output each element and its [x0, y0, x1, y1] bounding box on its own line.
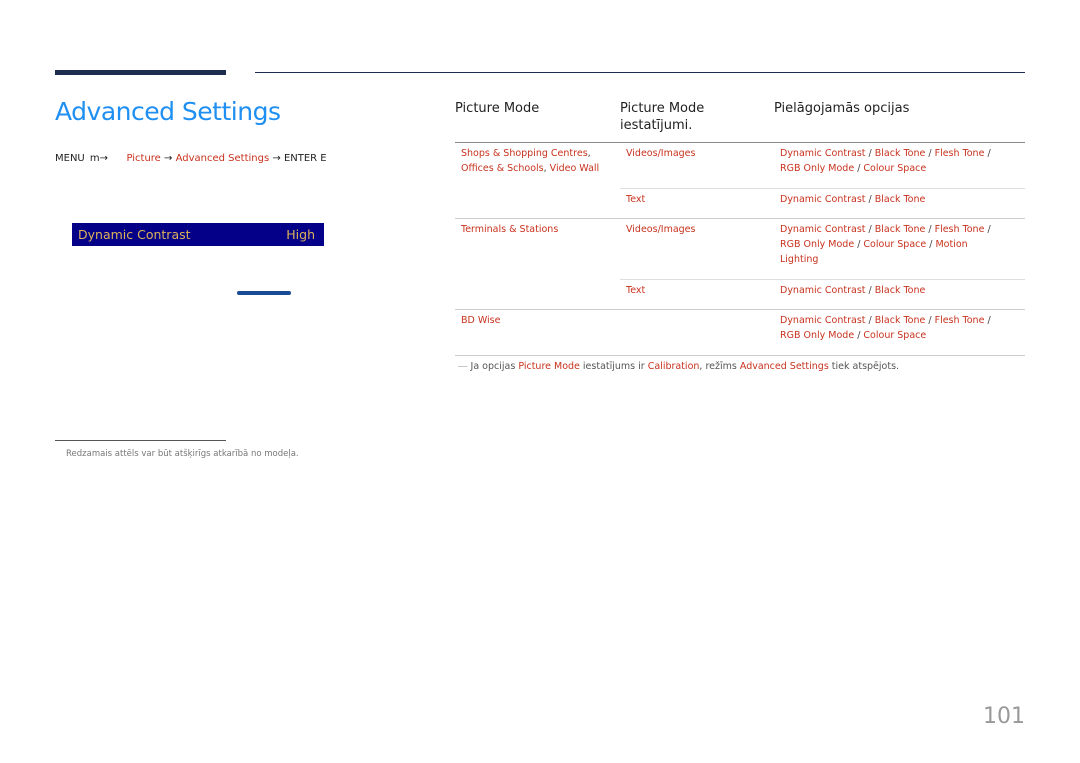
setting-cell: Text — [626, 285, 646, 296]
table-row-group: Terminals & Stations Videos/Images Dynamic… — [455, 219, 1025, 310]
footnote-rule — [55, 440, 226, 441]
page-number: 101 — [983, 704, 1025, 729]
separator: / — [984, 224, 991, 235]
option-item: Flesh Tone — [934, 224, 985, 235]
separator: / — [865, 194, 875, 205]
table-header: Picture Mode Picture Mode iestatījumi. P… — [455, 100, 1025, 143]
separator: / — [984, 148, 991, 159]
option-item: Offices & Schools — [461, 163, 544, 174]
option-item: Flesh Tone — [934, 315, 985, 326]
separator: , — [587, 148, 591, 159]
header-rule — [255, 72, 1025, 73]
table-row-group: BD Wise Dynamic Contrast / Black Tone / F… — [455, 310, 1025, 356]
picture-mode-table: Picture Mode Picture Mode iestatījumi. P… — [455, 100, 1025, 356]
option-item: RGB Only Mode — [780, 239, 855, 250]
option-item: Dynamic Contrast — [780, 315, 866, 326]
option-item: Black Tone — [874, 224, 926, 235]
osd-label: Dynamic Contrast — [78, 227, 191, 242]
option-item: Terminals & Stations — [461, 224, 559, 235]
option-item: BD Wise — [461, 315, 501, 326]
separator: / — [925, 148, 935, 159]
option-item: Colour Space — [863, 163, 927, 174]
separator: / — [865, 285, 875, 296]
options-cell: Dynamic Contrast / Black Tone / Flesh To… — [774, 310, 1025, 355]
mode-cell: Shops & Shopping Centres, Offices & Scho… — [455, 143, 620, 218]
note-text: iestatījums ir — [579, 361, 648, 372]
separator: / — [865, 315, 875, 326]
option-item: Shops & Shopping Centres — [461, 148, 588, 159]
osd-dynamic-contrast: Dynamic Contrast High — [72, 223, 324, 246]
table-row: Videos/Images Dynamic Contrast / Black To… — [620, 219, 1025, 279]
mode-cell: BD Wise — [455, 310, 620, 355]
option-item: RGB Only Mode — [780, 163, 855, 174]
option-item: Black Tone — [874, 148, 926, 159]
setting-cell: Text — [626, 194, 646, 205]
header-bar-thick — [55, 70, 226, 75]
osd-value: High — [286, 227, 315, 242]
sub-rows: Videos/Images Dynamic Contrast / Black To… — [620, 143, 1025, 218]
header-adjustable-options: Pielāgojamās opcijas — [774, 101, 910, 116]
header-picture-mode: Picture Mode — [455, 101, 540, 116]
option-item: Dynamic Contrast — [780, 194, 866, 205]
menu-label: MENU — [55, 153, 85, 164]
sub-rows: Videos/Images Dynamic Contrast / Black To… — [620, 219, 1025, 309]
options-cell: Dynamic Contrast / Black Tone — [774, 280, 1025, 309]
osd-slider-indicator — [237, 291, 291, 295]
footnote: Redzamais attēls var būt atšķirīgs atkar… — [66, 449, 299, 459]
note-text: Ja opcijas — [467, 361, 519, 372]
arrow-icon: → — [164, 153, 173, 164]
note-highlight: Calibration — [647, 361, 700, 372]
table-row: Dynamic Contrast / Black Tone / Flesh To… — [620, 310, 1025, 355]
separator: / — [925, 315, 935, 326]
option-item: RGB Only Mode — [780, 330, 855, 341]
header-picture-mode-settings: Picture Mode iestatījumi. — [620, 101, 705, 133]
sub-rows: Dynamic Contrast / Black Tone / Flesh To… — [620, 310, 1025, 355]
table-row: Text Dynamic Contrast / Black Tone — [620, 279, 1025, 309]
note-highlight: Picture Mode — [518, 361, 580, 372]
note-text: , režīms — [699, 361, 740, 372]
arrow-icon: → — [272, 153, 281, 164]
menu-path: MENU m→ Picture → Advanced Settings → EN… — [55, 153, 327, 164]
separator: / — [865, 224, 875, 235]
option-item: Video Wall — [549, 163, 600, 174]
separator: / — [984, 315, 991, 326]
table-body: Shops & Shopping Centres, Offices & Scho… — [455, 143, 1025, 356]
setting-cell: Videos/Images — [626, 148, 696, 159]
separator: / — [925, 224, 935, 235]
setting-cell — [620, 310, 774, 355]
enter-label: ENTER E — [283, 153, 327, 164]
page-title: Advanced Settings — [55, 97, 281, 126]
options-cell: Dynamic Contrast / Black Tone / Flesh To… — [774, 219, 1025, 279]
separator: / — [865, 148, 875, 159]
option-item: Dynamic Contrast — [780, 224, 866, 235]
menu-path-item: Picture — [126, 153, 161, 164]
options-cell: Dynamic Contrast / Black Tone — [774, 189, 1025, 218]
options-cell: Dynamic Contrast / Black Tone / Flesh To… — [774, 143, 1025, 188]
option-item: Colour Space — [863, 330, 927, 341]
note-dash-icon: ― — [458, 361, 468, 372]
option-item: Dynamic Contrast — [780, 148, 866, 159]
option-item: Flesh Tone — [934, 148, 985, 159]
option-item: Black Tone — [874, 315, 926, 326]
menu-path-item: Advanced Settings — [175, 153, 270, 164]
note: ― Ja opcijas Picture Mode iestatījums ir… — [458, 361, 899, 372]
setting-cell: Videos/Images — [626, 224, 696, 235]
note-highlight: Advanced Settings — [739, 361, 829, 372]
table-row: Videos/Images Dynamic Contrast / Black To… — [620, 143, 1025, 188]
option-item: Colour Space — [863, 239, 927, 250]
option-item: Dynamic Contrast — [780, 285, 866, 296]
note-text: tiek atspējots. — [828, 361, 900, 372]
table-row: Text Dynamic Contrast / Black Tone — [620, 188, 1025, 218]
m-arrow-icon: m→ — [87, 153, 109, 164]
option-item: Black Tone — [874, 194, 926, 205]
table-row-group: Shops & Shopping Centres, Offices & Scho… — [455, 143, 1025, 219]
mode-cell: Terminals & Stations — [455, 219, 620, 309]
option-item: Black Tone — [874, 285, 926, 296]
